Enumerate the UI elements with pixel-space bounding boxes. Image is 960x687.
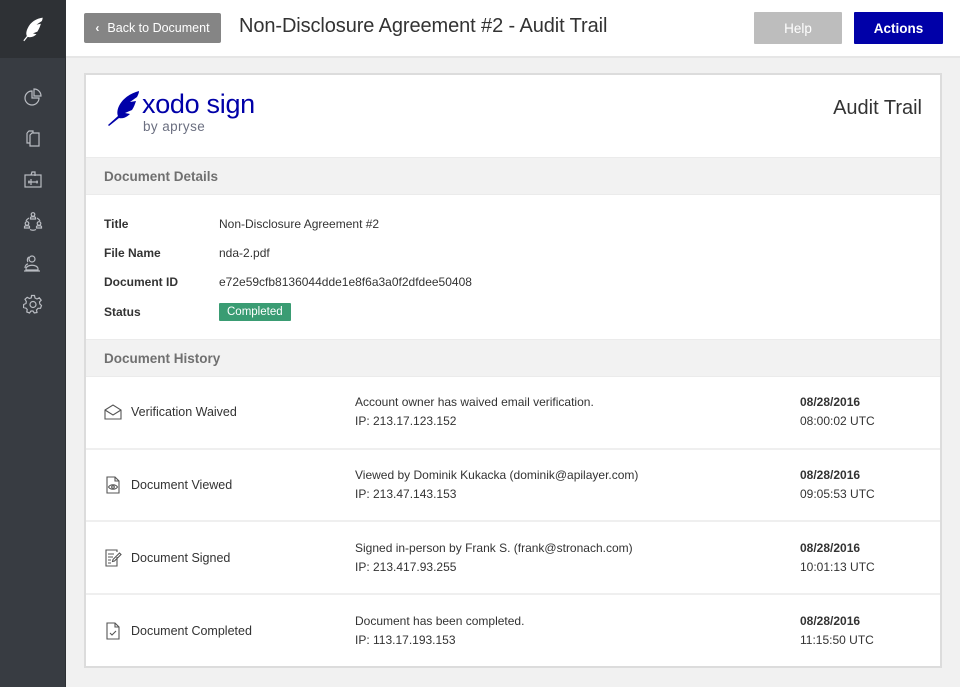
documents-icon [26, 130, 40, 147]
history-event-label: Document Viewed [131, 478, 233, 493]
history-event: Document Completed [104, 622, 252, 640]
contacts-icon [24, 255, 40, 272]
history-row: Verification Waived Account owner has wa… [86, 377, 940, 450]
detail-value: nda-2.pdf [219, 245, 270, 260]
envelope-open-icon [104, 404, 122, 421]
history-description-text: Document has been completed. [355, 614, 525, 629]
history-row: Document Signed Signed in-person by Fran… [86, 522, 940, 595]
document-check-icon [106, 622, 120, 640]
history-description: Account owner has waived email verificat… [355, 393, 594, 431]
history-date: 08/28/2016 [800, 395, 861, 410]
document-details-header: Document Details [86, 157, 940, 195]
history-ip: IP: 213.47.143.153 [355, 487, 457, 502]
sidebar-item-contacts[interactable] [0, 242, 66, 284]
sidebar-item-dashboard[interactable] [0, 76, 66, 118]
history-time: 11:15:50 UTC [800, 633, 874, 648]
card-header: xodo sign by apryse Audit Trail [86, 75, 940, 157]
detail-label: Status [104, 304, 141, 319]
help-button[interactable]: Help [754, 12, 842, 44]
detail-row-title: Title Non-Disclosure Agreement #2 [104, 209, 940, 238]
history-description: Signed in-person by Frank S. (frank@stro… [355, 539, 633, 577]
history-event-label: Verification Waived [131, 405, 237, 420]
document-type-heading: Audit Trail [833, 97, 922, 119]
history-date: 08/28/2016 [800, 540, 861, 555]
team-icon [23, 212, 43, 232]
history-row: Document Completed Document has been com… [86, 595, 940, 668]
back-button-label: Back to Document [107, 21, 210, 35]
document-signed-icon [105, 549, 122, 567]
document-details: Title Non-Disclosure Agreement #2 File N… [86, 195, 940, 339]
detail-row-file-name: File Name nda-2.pdf [104, 238, 940, 267]
history-ip: IP: 213.17.123.152 [355, 414, 457, 429]
document-eye-icon [106, 476, 120, 494]
history-timestamp: 08/28/2016 08:00:02 UTC [800, 393, 875, 431]
template-icon [24, 171, 42, 188]
document-history-header: Document History [86, 339, 940, 378]
detail-row-document-id: Document ID e72e59cfb8136044dde1e8f6a3a0… [104, 268, 940, 297]
detail-value: e72e59cfb8136044dde1e8f6a3a0f2dfdee50408 [219, 275, 472, 290]
detail-label: Document ID [104, 275, 179, 290]
history-description: Document has been completed. IP: 113.17.… [355, 612, 524, 650]
detail-label: Title [104, 216, 129, 231]
history-event: Document Viewed [104, 476, 232, 494]
xodo-sign-logo: xodo sign by apryse [106, 89, 255, 134]
detail-value: Non-Disclosure Agreement #2 [219, 216, 380, 231]
history-row: Document Viewed Viewed by Dominik Kukack… [86, 450, 940, 523]
history-event: Verification Waived [104, 403, 237, 421]
actions-button[interactable]: Actions [854, 12, 943, 44]
detail-row-status: Status Completed [104, 297, 940, 326]
detail-label: File Name [104, 245, 161, 260]
history-ip: IP: 113.17.193.153 [355, 633, 456, 648]
status-badge: Completed [219, 302, 291, 321]
feather-icon [23, 17, 43, 42]
document-history: Verification Waived Account owner has wa… [86, 377, 940, 667]
page-title: Non-Disclosure Agreement #2 - Audit Trai… [239, 15, 608, 37]
sidebar-item-templates[interactable] [0, 159, 66, 201]
history-description-text: Signed in-person by Frank S. (frank@stro… [355, 540, 633, 555]
history-event: Document Signed [104, 549, 230, 567]
history-description-text: Viewed by Dominik Kukacka (dominik@apila… [355, 468, 639, 483]
history-timestamp: 08/28/2016 11:15:50 UTC [800, 612, 874, 650]
brand-logo[interactable] [0, 0, 66, 58]
logo-tagline: by apryse [143, 119, 206, 134]
sidebar [0, 0, 66, 687]
sidebar-item-team[interactable] [0, 201, 66, 243]
feather-icon [108, 91, 139, 126]
history-time: 08:00:02 UTC [800, 414, 875, 429]
top-bar: ‹ Back to Document Non-Disclosure Agreem… [66, 0, 960, 58]
history-ip: IP: 213.417.93.255 [355, 559, 457, 574]
history-date: 08/28/2016 [800, 468, 861, 483]
back-to-document-button[interactable]: ‹ Back to Document [84, 13, 221, 43]
sidebar-item-documents[interactable] [0, 118, 66, 160]
audit-trail-card: xodo sign by apryse Audit Trail Document… [84, 73, 942, 668]
history-timestamp: 08/28/2016 10:01:13 UTC [800, 539, 875, 577]
chevron-left-icon: ‹ [95, 21, 100, 35]
history-time: 10:01:13 UTC [800, 559, 875, 574]
gear-icon [23, 295, 43, 314]
pie-chart-icon [24, 88, 42, 106]
history-time: 09:05:53 UTC [800, 487, 875, 502]
history-description: Viewed by Dominik Kukacka (dominik@apila… [355, 466, 638, 504]
logo-name: xodo sign [142, 89, 255, 119]
history-event-label: Document Completed [131, 624, 252, 639]
history-description-text: Account owner has waived email verificat… [355, 395, 594, 410]
history-timestamp: 08/28/2016 09:05:53 UTC [800, 466, 875, 504]
history-date: 08/28/2016 [800, 614, 861, 629]
sidebar-item-settings[interactable] [0, 284, 66, 326]
history-event-label: Document Signed [131, 550, 231, 565]
